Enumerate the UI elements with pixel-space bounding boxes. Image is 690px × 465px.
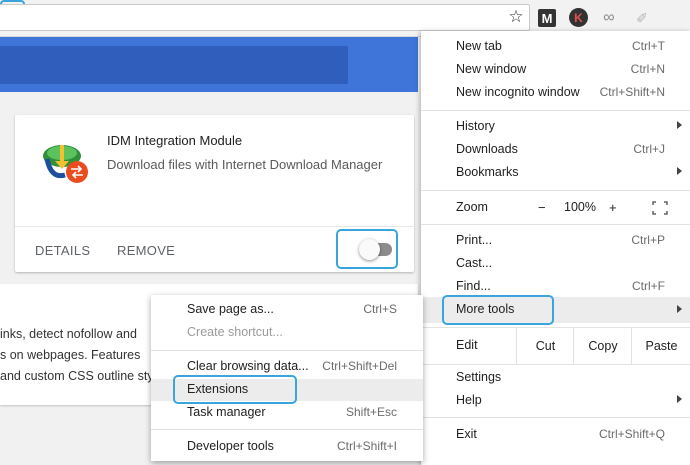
menu-item-label: Clear browsing data... <box>187 359 309 373</box>
menu-separator <box>421 364 690 365</box>
menu-item-label: History <box>456 119 495 133</box>
menu-separator <box>421 417 690 418</box>
description-line: inks, detect nofollow and <box>0 327 137 341</box>
zoom-level: 100% <box>564 200 596 214</box>
details-button[interactable]: DETAILS <box>35 243 90 258</box>
menu-item-label: Bookmarks <box>456 165 519 179</box>
menu-item-new-window[interactable]: New window Ctrl+N <box>421 59 690 81</box>
extension-link-icon[interactable]: ∞ <box>599 8 619 28</box>
menu-item-label: New incognito window <box>456 85 580 99</box>
cut-button[interactable]: Cut <box>516 328 574 364</box>
card-divider <box>15 226 414 227</box>
zoom-out-button[interactable]: − <box>538 200 546 215</box>
menu-item-label: Save page as... <box>187 302 274 316</box>
menu-item-exit[interactable]: Exit Ctrl+Shift+Q <box>421 424 690 446</box>
menu-item-label: Print... <box>456 233 493 247</box>
chrome-main-menu: New tab Ctrl+T New window Ctrl+N New inc… <box>421 31 690 465</box>
menu-item-create-shortcut: Create shortcut... <box>151 322 423 344</box>
menu-item-shortcut: Ctrl+Shift+I <box>336 439 397 453</box>
menu-item-shortcut: Ctrl+N <box>630 62 665 76</box>
menu-item-shortcut: Ctrl+T <box>632 39 665 53</box>
toggle-knob[interactable] <box>359 239 380 260</box>
menu-item-label: Downloads <box>456 142 518 156</box>
menu-item-label: Settings <box>456 370 502 384</box>
menu-item-print[interactable]: Print... Ctrl+P <box>421 230 690 252</box>
menu-item-label: Developer tools <box>187 439 274 453</box>
menu-item-shortcut: Ctrl+Shift+Q <box>598 427 665 441</box>
menu-item-downloads[interactable]: Downloads Ctrl+J <box>421 139 690 161</box>
description-line: s on webpages. Features <box>0 348 141 362</box>
menu-item-label: New tab <box>456 39 502 53</box>
idm-logo-icon <box>43 145 88 183</box>
extension-title: IDM Integration Module <box>107 133 243 148</box>
menu-item-label: Task manager <box>187 405 266 419</box>
menu-item-shortcut: Ctrl+F <box>632 279 665 293</box>
menu-item-bookmarks[interactable]: Bookmarks <box>421 162 690 184</box>
menu-item-label: Edit <box>456 338 478 352</box>
menu-separator <box>421 110 690 111</box>
menu-item-shortcut: Ctrl+Shift+N <box>599 85 665 99</box>
description-line: and custom CSS outline sty <box>0 369 154 383</box>
menu-item-edit: Edit Cut Copy Paste <box>421 328 690 364</box>
submenu-arrow-icon <box>677 305 682 313</box>
menu-item-help[interactable]: Help <box>421 390 690 412</box>
menu-item-label: Cast... <box>456 256 493 270</box>
menu-item-shortcut: Ctrl+Shift+Del <box>322 359 397 373</box>
menu-item-new-tab[interactable]: New tab Ctrl+T <box>421 36 690 58</box>
menu-separator <box>421 190 690 191</box>
menu-item-label: Exit <box>456 427 477 441</box>
extensions-header <box>0 37 418 92</box>
menu-item-label: Zoom <box>456 200 488 214</box>
submenu-arrow-icon <box>677 395 682 403</box>
search-field[interactable] <box>0 46 348 84</box>
copy-button[interactable]: Copy <box>573 328 632 364</box>
extension-k-icon[interactable]: K <box>569 8 588 27</box>
menu-item-shortcut: Ctrl+J <box>633 142 665 156</box>
submenu-arrow-icon <box>677 121 682 129</box>
fullscreen-icon[interactable] <box>652 201 668 215</box>
extension-description: Download files with Internet Download Ma… <box>107 157 383 172</box>
extensions-highlight-outline <box>173 375 297 404</box>
address-bar[interactable] <box>0 4 530 31</box>
menu-item-new-incognito[interactable]: New incognito window Ctrl+Shift+N <box>421 82 690 104</box>
zoom-in-button[interactable]: + <box>609 200 617 215</box>
menu-item-shortcut: Shift+Esc <box>345 405 397 419</box>
menu-separator <box>151 429 423 430</box>
remove-button[interactable]: REMOVE <box>117 243 175 258</box>
menu-item-zoom: Zoom − 100% + <box>421 197 690 219</box>
menu-item-save-page[interactable]: Save page as... Ctrl+S <box>151 299 423 321</box>
extension-m-icon[interactable]: M <box>538 9 556 27</box>
submenu-arrow-icon <box>677 167 682 175</box>
menu-item-shortcut: Ctrl+S <box>363 302 397 316</box>
menu-item-label: Find... <box>456 279 491 293</box>
extension-pencil-icon[interactable]: ✐ <box>632 8 652 28</box>
menu-separator <box>151 350 423 351</box>
paste-button[interactable]: Paste <box>631 328 690 364</box>
more-tools-highlight-outline <box>442 295 554 325</box>
menu-item-label: Help <box>456 393 482 407</box>
menu-item-task-manager[interactable]: Task manager Shift+Esc <box>151 402 423 424</box>
bookmark-star-icon[interactable]: ☆ <box>506 7 526 27</box>
menu-item-cast[interactable]: Cast... <box>421 253 690 275</box>
menu-item-label: Create shortcut... <box>187 325 283 339</box>
menu-item-shortcut: Ctrl+P <box>631 233 665 247</box>
menu-item-developer-tools[interactable]: Developer tools Ctrl+Shift+I <box>151 436 423 458</box>
menu-separator <box>421 224 690 225</box>
menu-item-settings[interactable]: Settings <box>421 367 690 389</box>
menu-item-history[interactable]: History <box>421 116 690 138</box>
menu-item-label: New window <box>456 62 527 76</box>
